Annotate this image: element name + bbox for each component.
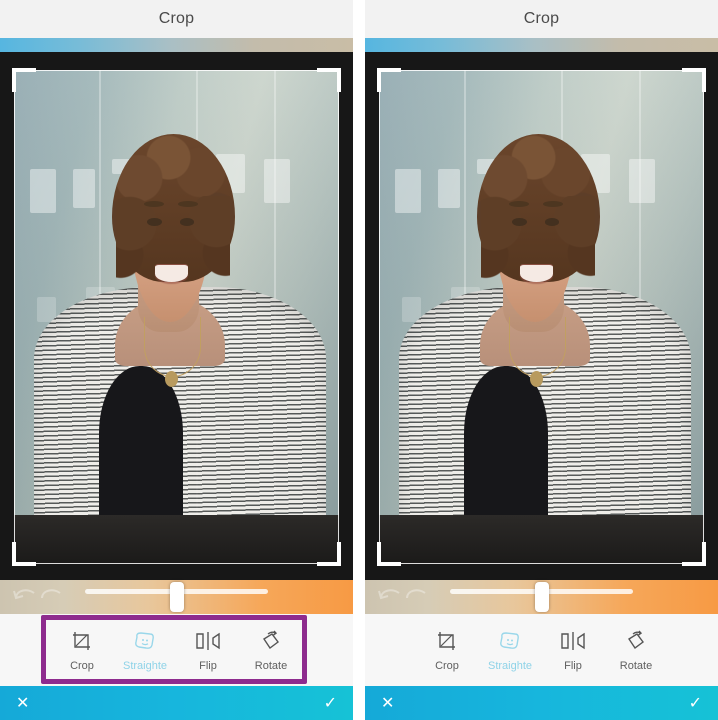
page-title: Crop bbox=[523, 10, 560, 27]
header-gradient-strip bbox=[365, 38, 718, 52]
tool-flip[interactable]: Flip bbox=[543, 629, 603, 672]
subject-smile bbox=[155, 265, 188, 282]
tool-straighten-label: Straighte bbox=[487, 659, 533, 672]
subject-smile bbox=[520, 265, 553, 282]
tool-crop[interactable]: Crop bbox=[417, 629, 477, 672]
subject-hair bbox=[111, 134, 235, 289]
edit-toolbar: Crop Straighte Flip Rotate bbox=[365, 614, 718, 686]
subject-eyebrow bbox=[509, 200, 529, 207]
tool-rotate-label: Rotate bbox=[619, 659, 653, 672]
tool-crop-label: Crop bbox=[435, 659, 459, 672]
screenshot-pair: Crop Crop Straighte Flip Rotate ✕ ✓ Crop… bbox=[0, 0, 718, 720]
undo-icon[interactable] bbox=[375, 584, 427, 608]
slider-thumb[interactable] bbox=[534, 582, 549, 612]
subject-eye bbox=[512, 218, 527, 227]
photo-image bbox=[379, 70, 704, 564]
undo-icon[interactable] bbox=[10, 584, 62, 608]
title-bar: Crop bbox=[365, 0, 718, 38]
photo-stage[interactable] bbox=[0, 52, 353, 580]
straighten-icon bbox=[498, 629, 522, 653]
tool-straighten[interactable]: Straighte bbox=[480, 629, 540, 672]
page-title: Crop bbox=[158, 10, 195, 27]
subject-eye bbox=[147, 218, 162, 227]
photo-image bbox=[14, 70, 339, 564]
photo-subject bbox=[14, 70, 339, 564]
left-screen: Crop Crop Straighte Flip Rotate ✕ ✓ bbox=[0, 0, 353, 720]
slider-thumb[interactable] bbox=[169, 582, 184, 612]
photo-foreground-desk bbox=[14, 514, 339, 564]
rotate-icon bbox=[624, 629, 648, 653]
tool-rotate[interactable]: Rotate bbox=[606, 629, 666, 672]
edit-toolbar: Crop Straighte Flip Rotate bbox=[0, 614, 353, 686]
confirm-button[interactable]: ✓ bbox=[689, 693, 702, 713]
photo-subject bbox=[379, 70, 704, 564]
photo-stage[interactable] bbox=[365, 52, 718, 580]
photo-foreground-desk bbox=[379, 514, 704, 564]
subject-eyebrow bbox=[543, 200, 563, 207]
right-screen: Crop Crop Straighte Flip Rotate ✕ ✓ bbox=[365, 0, 718, 720]
flip-icon bbox=[560, 629, 586, 653]
subject-eyebrow bbox=[178, 200, 198, 207]
crop-icon bbox=[436, 629, 458, 653]
cancel-button[interactable]: ✕ bbox=[381, 693, 394, 713]
straighten-slider[interactable] bbox=[365, 580, 718, 614]
header-gradient-strip bbox=[0, 38, 353, 52]
title-bar: Crop bbox=[0, 0, 353, 38]
straighten-slider[interactable] bbox=[0, 580, 353, 614]
subject-eyebrow bbox=[144, 200, 164, 207]
action-bar: ✕ ✓ bbox=[0, 686, 353, 720]
toolbar-highlight-box bbox=[41, 615, 307, 684]
action-bar: ✕ ✓ bbox=[365, 686, 718, 720]
subject-hair bbox=[476, 134, 600, 289]
confirm-button[interactable]: ✓ bbox=[324, 693, 337, 713]
tool-flip-label: Flip bbox=[564, 659, 582, 672]
cancel-button[interactable]: ✕ bbox=[16, 693, 29, 713]
screen-divider bbox=[353, 0, 365, 720]
